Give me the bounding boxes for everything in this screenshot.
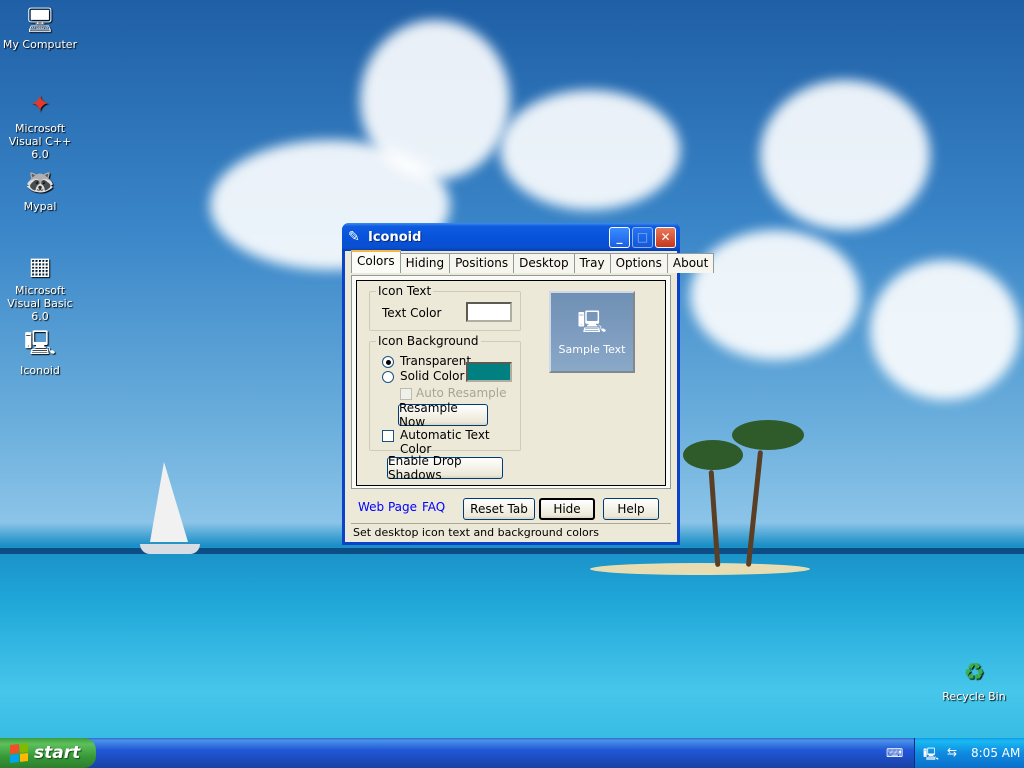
sample-preview: 🖳 Sample Text <box>549 291 635 373</box>
network-tray-icon[interactable]: ⇆ <box>947 745 963 761</box>
text-color-swatch[interactable] <box>466 302 512 322</box>
system-tray: 🖳 ⇆ 8:05 AM <box>914 738 1024 768</box>
hide-button[interactable]: Hide <box>539 498 595 520</box>
sample-text: Sample Text <box>558 343 626 356</box>
colors-panel: Icon Text Text Color Icon Background Tra… <box>351 275 671 489</box>
window-title: Iconoid <box>368 229 422 245</box>
windows-flag-icon <box>10 743 28 763</box>
solid-color-label: Solid Color <box>400 369 465 383</box>
reset-tab-button[interactable]: Reset Tab <box>463 498 535 520</box>
solid-color-swatch[interactable] <box>466 362 512 382</box>
status-bar: Set desktop icon text and background col… <box>351 523 671 541</box>
tab-hiding[interactable]: Hiding <box>399 253 451 273</box>
solid-color-radio[interactable] <box>382 371 394 383</box>
taskbar: start ⌨ 🖳 ⇆ 8:05 AM <box>0 738 1024 768</box>
title-bar[interactable]: ✎ Iconoid _ □ ✕ <box>342 223 680 251</box>
colors-panel-inner: Icon Text Text Color Icon Background Tra… <box>356 280 666 486</box>
help-button[interactable]: Help <box>603 498 659 520</box>
tab-strip: Colors Hiding Positions Desktop Tray Opt… <box>351 250 715 273</box>
icon-text-group: Icon Text Text Color <box>369 284 521 331</box>
auto-resample-label: Auto Resample <box>416 386 507 400</box>
desktop-icon-visual-cpp[interactable]: ✦ Microsoft Visual C++ 6.0 <box>0 88 80 161</box>
icon-text-legend: Icon Text <box>376 284 434 298</box>
recycle-bin-icon: ♻ <box>963 658 985 686</box>
iconoid-window: ✎ Iconoid _ □ ✕ Colors Hiding Positions … <box>342 223 715 545</box>
tab-tray[interactable]: Tray <box>573 253 611 273</box>
keyboard-icon[interactable]: ⌨ <box>886 746 903 760</box>
iconoid-tray-icon[interactable]: 🖳 <box>923 745 939 761</box>
desktop-icon-label: My Computer <box>2 38 78 51</box>
icon-background-legend: Icon Background <box>376 334 481 348</box>
desktop-icon-label: Mypal <box>23 200 57 213</box>
transparent-label: Transparent <box>400 354 472 368</box>
enable-drop-shadows-button[interactable]: Enable Drop Shadows <box>387 454 503 482</box>
start-label: start <box>34 743 81 763</box>
vc-icon: ✦ <box>29 90 51 118</box>
faq-link[interactable]: FAQ <box>422 500 445 514</box>
desktop-icon-label: Recycle Bin <box>942 690 1006 703</box>
resample-now-button[interactable]: Resample Now <box>398 401 488 429</box>
desktop-icon-mypal[interactable]: 🦝 Mypal <box>0 166 80 213</box>
desktop-icon-label: Microsoft Visual Basic 6.0 <box>7 284 73 323</box>
web-page-link[interactable]: Web Page <box>358 500 417 514</box>
desktop-icon-label: Iconoid <box>20 364 60 377</box>
desktop-icon-label: Microsoft Visual C++ 6.0 <box>8 122 72 161</box>
icon-background-group: Icon Background Transparent Solid Color … <box>369 334 521 456</box>
vb-icon: ▦ <box>28 252 52 280</box>
tab-desktop[interactable]: Desktop <box>513 253 575 273</box>
tab-options[interactable]: Options <box>609 253 668 273</box>
desktop-icon-visual-basic[interactable]: ▦ Microsoft Visual Basic 6.0 <box>0 250 80 323</box>
mypal-icon: 🦝 <box>25 168 55 196</box>
desktop-icon-recycle-bin[interactable]: ♻ Recycle Bin <box>934 656 1014 703</box>
desktop-icon-my-computer[interactable]: 🖥 My Computer <box>0 4 80 51</box>
start-button[interactable]: start <box>0 738 96 768</box>
automatic-text-color-label: Automatic Text Color <box>400 428 490 456</box>
tab-positions[interactable]: Positions <box>449 253 515 273</box>
close-button[interactable]: ✕ <box>655 226 676 248</box>
text-color-label: Text Color <box>382 306 442 320</box>
iconoid-app-icon: ✎ <box>348 229 360 245</box>
desktop-icon-iconoid[interactable]: 🖳 Iconoid <box>0 328 80 378</box>
auto-resample-checkbox <box>400 388 412 400</box>
minimize-button[interactable]: _ <box>609 226 630 248</box>
iconoid-preview-icon: 🖳 <box>577 310 607 335</box>
tab-about[interactable]: About <box>666 253 715 273</box>
transparent-radio[interactable] <box>382 356 394 368</box>
automatic-text-color-checkbox[interactable] <box>382 430 394 442</box>
computer-icon: 🖥 <box>24 6 56 34</box>
tab-colors[interactable]: Colors <box>351 250 401 273</box>
clock[interactable]: 8:05 AM <box>971 746 1020 760</box>
maximize-button: □ <box>632 226 653 248</box>
iconoid-icon: 🖳 <box>23 328 57 357</box>
